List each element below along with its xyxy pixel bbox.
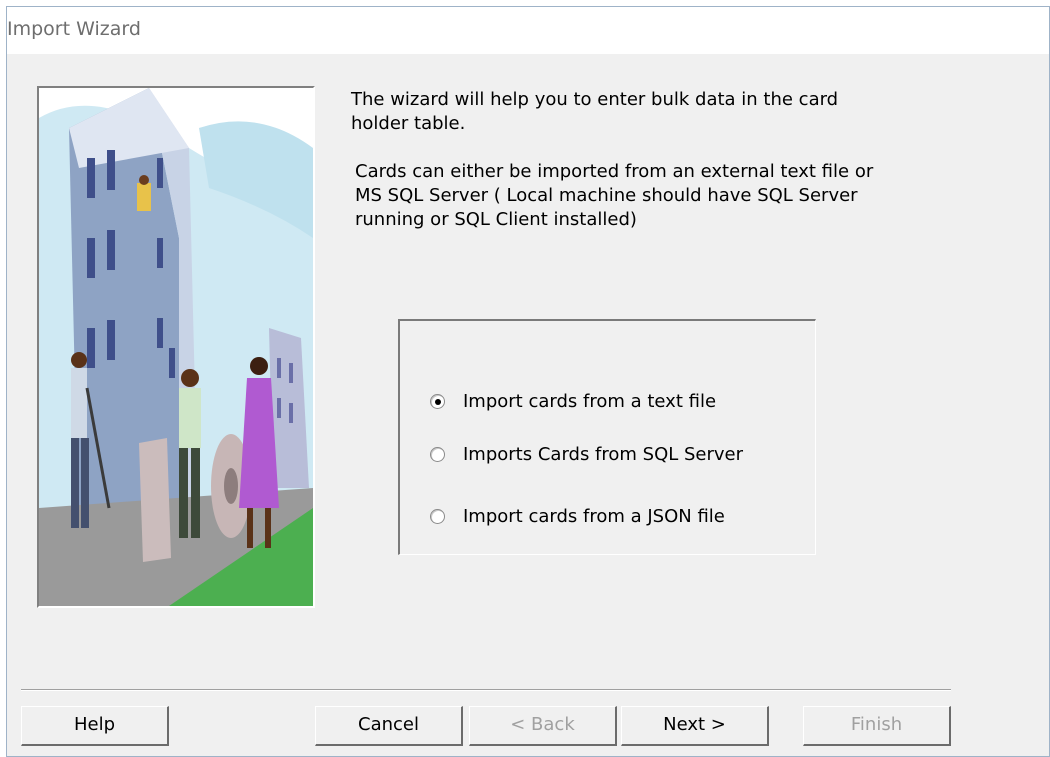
window-title: Import Wizard bbox=[7, 18, 141, 40]
option-json-file[interactable]: Import cards from a JSON file bbox=[430, 506, 725, 527]
option-text-file[interactable]: Import cards from a text file bbox=[430, 391, 716, 412]
next-button[interactable]: Next > bbox=[621, 706, 769, 746]
button-divider bbox=[21, 689, 951, 691]
radio-text-file[interactable] bbox=[430, 394, 445, 409]
option-text-file-label: Import cards from a text file bbox=[463, 391, 717, 412]
title-bar: Import Wizard bbox=[7, 7, 1049, 54]
radio-sql-server[interactable] bbox=[430, 447, 445, 462]
option-sql-server[interactable]: Imports Cards from SQL Server bbox=[430, 444, 743, 465]
wizard-illustration bbox=[37, 86, 315, 608]
intro-text: The wizard will help you to enter bulk d… bbox=[351, 89, 839, 134]
help-button[interactable]: Help bbox=[21, 706, 169, 746]
wizard-content: The wizard will help you to enter bulk d… bbox=[7, 54, 1049, 756]
option-json-file-label: Import cards from a JSON file bbox=[463, 506, 725, 527]
radio-json-file[interactable] bbox=[430, 509, 445, 524]
option-sql-server-label: Imports Cards from SQL Server bbox=[463, 444, 744, 465]
import-wizard-window: Import Wizard The wizard will help you t… bbox=[6, 6, 1050, 757]
import-source-group: Import cards from a text file Imports Ca… bbox=[398, 319, 816, 555]
office-building-clipart-icon bbox=[39, 88, 313, 606]
cancel-button[interactable]: Cancel bbox=[315, 706, 463, 746]
description-text: Cards can either be imported from an ext… bbox=[355, 161, 874, 230]
finish-button[interactable]: Finish bbox=[803, 706, 951, 746]
back-button[interactable]: < Back bbox=[469, 706, 617, 746]
